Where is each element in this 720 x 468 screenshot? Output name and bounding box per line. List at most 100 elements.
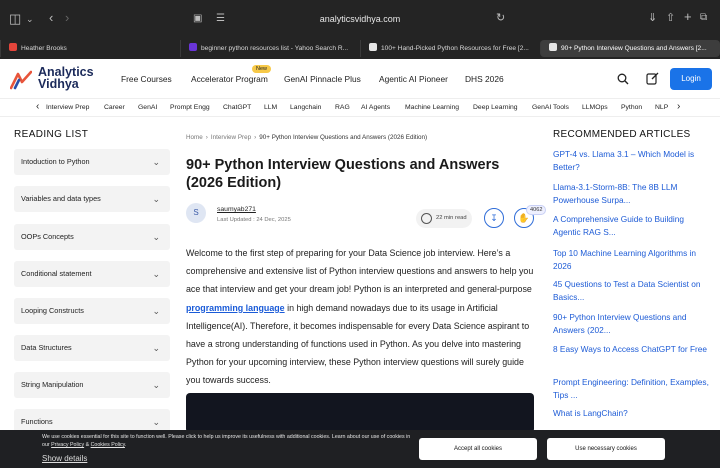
category-interview-prep[interactable]: Interview Prep bbox=[46, 104, 89, 111]
chevron-down-icon: ⌄ bbox=[152, 232, 160, 242]
favicon-icon bbox=[549, 43, 557, 51]
category-python[interactable]: Python bbox=[621, 104, 642, 111]
edit-icon[interactable] bbox=[646, 72, 659, 85]
recommended-article-link[interactable]: 90+ Python Interview Questions and Answe… bbox=[553, 311, 713, 337]
login-button[interactable]: Login bbox=[670, 68, 712, 90]
forward-icon[interactable]: › bbox=[65, 11, 69, 25]
category-genai-tools[interactable]: GenAI Tools bbox=[532, 104, 569, 111]
cookie-banner: We use cookies essential for this site t… bbox=[0, 430, 720, 468]
category-ai-agents[interactable]: AI Agents bbox=[361, 104, 390, 111]
nav-free-courses[interactable]: Free Courses bbox=[121, 74, 172, 84]
last-updated: Last Updated : 24 Dec, 2025 bbox=[217, 217, 291, 223]
accept-all-cookies-button[interactable]: Accept all cookies bbox=[419, 438, 537, 460]
tab-3[interactable]: 100+ Hand-Picked Python Resources for Fr… bbox=[360, 40, 540, 57]
reading-list-item[interactable]: Intoduction to Python ⌄ bbox=[14, 149, 170, 175]
cookie-notice-text: We use cookies essential for this site t… bbox=[42, 434, 411, 448]
recommended-title: RECOMMENDED ARTICLES bbox=[553, 129, 691, 140]
reading-list-item[interactable]: Data Structures ⌄ bbox=[14, 335, 170, 361]
recommended-article-link[interactable]: Top 10 Machine Learning Algorithms in 20… bbox=[553, 247, 713, 273]
nav-accelerator-program[interactable]: Accelerator Program bbox=[191, 74, 268, 84]
recommended-article-link[interactable]: Llama-3.1-Storm-8B: The 8B LLM Powerhous… bbox=[553, 181, 713, 207]
nav-dhs-2026[interactable]: DHS 2026 bbox=[465, 74, 504, 84]
category-llmops[interactable]: LLMOps bbox=[582, 104, 608, 111]
use-necessary-cookies-button[interactable]: Use necessary cookies bbox=[547, 438, 665, 460]
category-machine-learning[interactable]: Machine Learning bbox=[405, 104, 459, 111]
favicon-icon bbox=[9, 43, 17, 51]
favicon-icon bbox=[189, 43, 197, 51]
chevron-down-icon: ⌄ bbox=[152, 157, 160, 167]
sidebar-toggle-icon[interactable]: ◫ bbox=[9, 12, 21, 26]
clock-icon bbox=[421, 213, 432, 224]
new-badge: New bbox=[252, 65, 272, 73]
recommended-article-link[interactable]: 8 Easy Ways to Access ChatGPT for Free bbox=[553, 343, 713, 356]
privacy-policy-link[interactable]: Privacy Policy bbox=[51, 442, 84, 448]
article-video[interactable] bbox=[186, 393, 534, 433]
download-icon: ↧ bbox=[490, 213, 498, 223]
nav-agentic-ai-pioneer[interactable]: Agentic AI Pioneer bbox=[379, 74, 448, 84]
tab-overview-icon[interactable]: ⧉ bbox=[700, 11, 707, 25]
tab-4-active[interactable]: 90+ Python Interview Questions and Answe… bbox=[540, 40, 720, 57]
category-deep-learning[interactable]: Deep Learning bbox=[473, 104, 518, 111]
nav-genai-pinnacle-plus[interactable]: GenAI Pinnacle Plus bbox=[284, 74, 361, 84]
category-chatgpt[interactable]: ChatGPT bbox=[223, 104, 251, 111]
category-llm[interactable]: LLM bbox=[264, 104, 277, 111]
reading-list-title: READING LIST bbox=[14, 129, 89, 140]
back-icon[interactable]: ‹ bbox=[49, 11, 53, 25]
category-rag[interactable]: RAG bbox=[335, 104, 350, 111]
browser-chrome: ◫ ⌄ ‹ › ▣ ☰ analyticsvidhya.com ↻ ⇓ ⇧ + … bbox=[0, 0, 720, 59]
new-tab-icon[interactable]: + bbox=[684, 10, 692, 24]
article-intro: Welcome to the first step of preparing f… bbox=[186, 248, 534, 386]
cookies-policy-link[interactable]: Cookies Policy bbox=[91, 442, 125, 448]
tab-strip: Heather Brooks beginner python resources… bbox=[0, 40, 720, 57]
article-title: 90+ Python Interview Questions and Answe… bbox=[186, 157, 500, 191]
reading-list-item[interactable]: Conditional statement ⌄ bbox=[14, 261, 170, 287]
reading-list-item[interactable]: OOPs Concepts ⌄ bbox=[14, 224, 170, 250]
category-prompt-engg[interactable]: Prompt Engg bbox=[170, 104, 210, 111]
read-time-badge: 22 min read bbox=[416, 209, 472, 228]
category-genai[interactable]: GenAI bbox=[138, 104, 157, 111]
chevron-down-icon: ⌄ bbox=[152, 194, 160, 204]
chevron-down-icon: ⌄ bbox=[152, 380, 160, 390]
reading-list-item[interactable]: Variables and data types ⌄ bbox=[14, 186, 170, 212]
logo-mark-icon bbox=[10, 70, 32, 90]
breadcrumb: Home › Interview Prep › 90+ Python Interview… bbox=[186, 134, 428, 141]
recommended-article-link[interactable]: What is LangChain? bbox=[553, 407, 713, 420]
avatar[interactable]: S bbox=[186, 203, 206, 223]
reading-list-item[interactable]: Looping Constructs ⌄ bbox=[14, 298, 170, 324]
share-icon[interactable]: ⇧ bbox=[666, 11, 675, 25]
breadcrumb-current: 90+ Python Interview Questions and Answe… bbox=[259, 134, 428, 141]
reading-list-item[interactable]: String Manipulation ⌄ bbox=[14, 372, 170, 398]
recommended-article-link[interactable]: 45 Questions to Test a Data Scientist on… bbox=[553, 278, 713, 304]
category-strip: ‹ Interview Prep Career GenAI Prompt Eng… bbox=[0, 99, 720, 117]
logo-text: Analytics Vidhya bbox=[38, 65, 94, 91]
chevron-down-icon: ⌄ bbox=[152, 343, 160, 353]
recommended-article-link[interactable]: GPT-4 vs. Llama 3.1 – Which Model is Bet… bbox=[553, 148, 713, 174]
download-article-button[interactable]: ↧ bbox=[484, 208, 504, 228]
favicon-icon bbox=[369, 43, 377, 51]
author-name[interactable]: saumyab271 bbox=[217, 206, 256, 213]
recommended-article-link[interactable]: A Comprehensive Guide to Building Agenti… bbox=[553, 213, 713, 239]
breadcrumb-home[interactable]: Home bbox=[186, 134, 203, 141]
download-icon[interactable]: ⇓ bbox=[648, 11, 657, 25]
chevron-down-icon[interactable]: ⌄ bbox=[26, 12, 34, 26]
category-langchain[interactable]: Langchain bbox=[290, 104, 321, 111]
tab-1[interactable]: Heather Brooks bbox=[0, 40, 180, 57]
category-scroll-left-icon[interactable]: ‹ bbox=[36, 101, 39, 112]
tab-2[interactable]: beginner python resources list - Yahoo S… bbox=[180, 40, 360, 57]
search-icon[interactable] bbox=[617, 73, 629, 85]
chevron-down-icon: ⌄ bbox=[152, 306, 160, 316]
recommended-article-link[interactable]: Prompt Engineering: Definition, Examples… bbox=[553, 376, 713, 402]
programming-language-link[interactable]: programming language bbox=[186, 303, 285, 313]
show-details-link[interactable]: Show details bbox=[42, 454, 87, 463]
address-bar[interactable]: analyticsvidhya.com bbox=[190, 9, 530, 29]
clap-count: 4062 bbox=[526, 205, 547, 215]
reload-icon[interactable]: ↻ bbox=[496, 11, 505, 25]
site-header: Analytics Vidhya Free Courses Accelerator… bbox=[0, 59, 720, 99]
chevron-down-icon: ⌄ bbox=[152, 269, 160, 279]
category-nlp[interactable]: NLP bbox=[655, 104, 668, 111]
breadcrumb-interview-prep[interactable]: Interview Prep bbox=[211, 134, 251, 141]
browser-toolbar: ◫ ⌄ ‹ › ▣ ☰ analyticsvidhya.com ↻ ⇓ ⇧ + … bbox=[0, 0, 720, 38]
category-scroll-right-icon[interactable]: › bbox=[677, 101, 680, 112]
category-career[interactable]: Career bbox=[104, 104, 125, 111]
page: ◫ ⌄ ‹ › ▣ ☰ analyticsvidhya.com ↻ ⇓ ⇧ + … bbox=[0, 0, 720, 468]
